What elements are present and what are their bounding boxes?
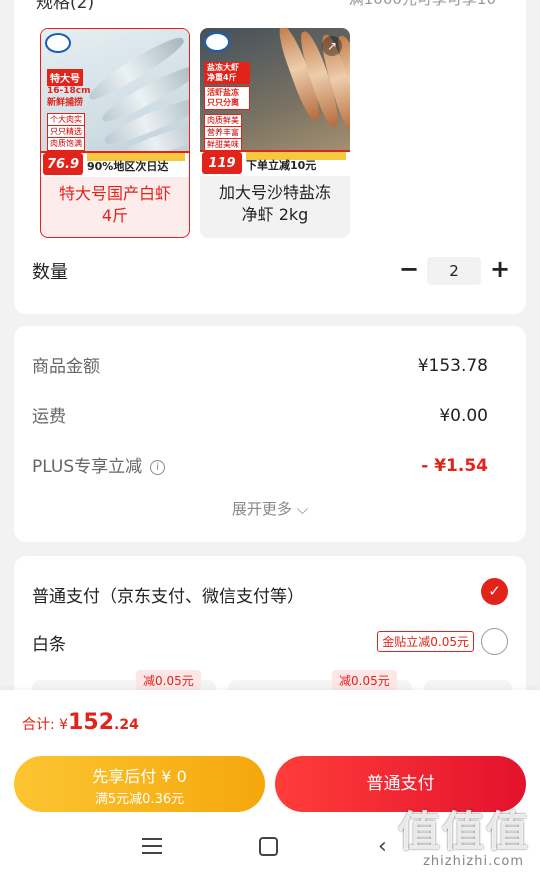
watermark-url: zhizhizhi.com [423,854,524,869]
expand-more-link[interactable]: 展开更多 ⌵ [14,498,526,519]
image-price: 76.9 [43,153,83,175]
image-banner: 90%地区次日达 [87,160,169,173]
product-badge: 盐冻大虾 净重4斤 [204,62,250,84]
feature-tag: 肉质饱满 [47,137,85,151]
fresh-text: 新鲜捕捞 [47,98,84,108]
variant-option-white-shrimp[interactable]: 特大号 16-18cm 新鲜捕捞 个大肉实 只只精选 肉质饱满 76.9 90%… [40,28,190,238]
product-image: 特大号 16-18cm 新鲜捕捞 个大肉实 只只精选 肉质饱满 76.9 90%… [41,29,189,177]
watermark-logo: 值值值 [397,807,530,856]
image-banner: 下单立减10元 [246,159,317,172]
total-label: 合计: [22,717,60,733]
variant-label: 加大号沙特盐冻 净虾 2kg [218,183,331,224]
plus-discount-row: PLUS专享立减 i [32,452,166,477]
menu-icon[interactable] [142,838,162,854]
shipping-value: ¥0.00 [439,406,488,426]
size-badge: 特大号 [47,69,83,86]
order-total: 合计: ¥152.24 [22,710,139,735]
total-currency: ¥ [59,717,69,733]
goods-amount-label: 商品金额 [32,357,100,377]
brand-logo [45,33,71,53]
checkout-bar: 合计: ¥152.24 先享后付 ¥ 0 满5元减0.36元 普通支付 ‹ 值值… [0,690,540,882]
plus-discount-value: - ¥1.54 [421,456,488,476]
price-summary-card: 商品金额 ¥153.78 运费 ¥0.00 PLUS专享立减 i - ¥1.54 … [14,326,526,542]
back-icon[interactable]: ‹ [378,836,387,858]
spec-card: 规格(2) 满1000元可享可享10 特大号 16-18cm 新鲜捕捞 个大肉实… [14,0,526,314]
spec-header-note: 满1000元可享可享10 [349,0,496,9]
shipping-label: 运费 [32,407,66,427]
normal-payment-option[interactable]: 普通支付（京东支付、微信支付等） [32,582,304,607]
quantity-label: 数量 [32,262,68,283]
quantity-minus-button[interactable]: − [398,254,420,284]
installment-discount-tag: 减0.05元 [136,670,201,691]
quantity-plus-button[interactable]: + [488,254,512,284]
pay-later-subtitle: 满5元减0.36元 [94,792,185,807]
spec-header: 规格(2) [36,0,95,13]
variant-option-saudi-shrimp[interactable]: 盐冻大虾 净重4斤 活虾盐冻 只只分离 肉质鲜美 营养丰富 鲜甜美味 ↗ 119… [200,28,350,238]
plus-discount-label: PLUS专享立减 [32,457,143,477]
image-price: 119 [202,152,242,174]
info-icon[interactable]: i [150,460,166,475]
baitiao-option[interactable]: 白条 [32,630,66,655]
installment-discount-tag: 减0.05元 [332,670,397,691]
total-decimal: .24 [114,717,139,733]
image-footer: 76.9 90%地区次日达 [41,151,189,177]
quantity-input[interactable]: 2 [427,257,481,285]
size-text: 16-18cm [47,86,91,96]
check-icon[interactable]: ✓ [481,578,508,605]
brand-logo [204,32,230,52]
variant-label: 特大号国产白虾 4斤 [58,184,171,225]
goods-amount-value: ¥153.78 [417,356,488,376]
home-icon[interactable] [259,837,278,856]
pay-later-button[interactable]: 先享后付 ¥ 0 满5元减0.36元 [14,756,265,812]
product-sub: 活虾盐冻 只只分离 [204,86,250,110]
baitiao-promo-badge: 金贴立减0.05元 [377,631,474,652]
total-integer: 152 [68,710,115,735]
expand-icon[interactable]: ↗ [322,36,342,56]
image-footer: 119 下单立减10元 [200,150,350,176]
product-image: 盐冻大虾 净重4斤 活虾盐冻 只只分离 肉质鲜美 营养丰富 鲜甜美味 ↗ 119… [200,28,350,176]
baitiao-radio[interactable] [481,628,508,655]
pay-later-title: 先享后付 ¥ 0 [92,767,187,786]
